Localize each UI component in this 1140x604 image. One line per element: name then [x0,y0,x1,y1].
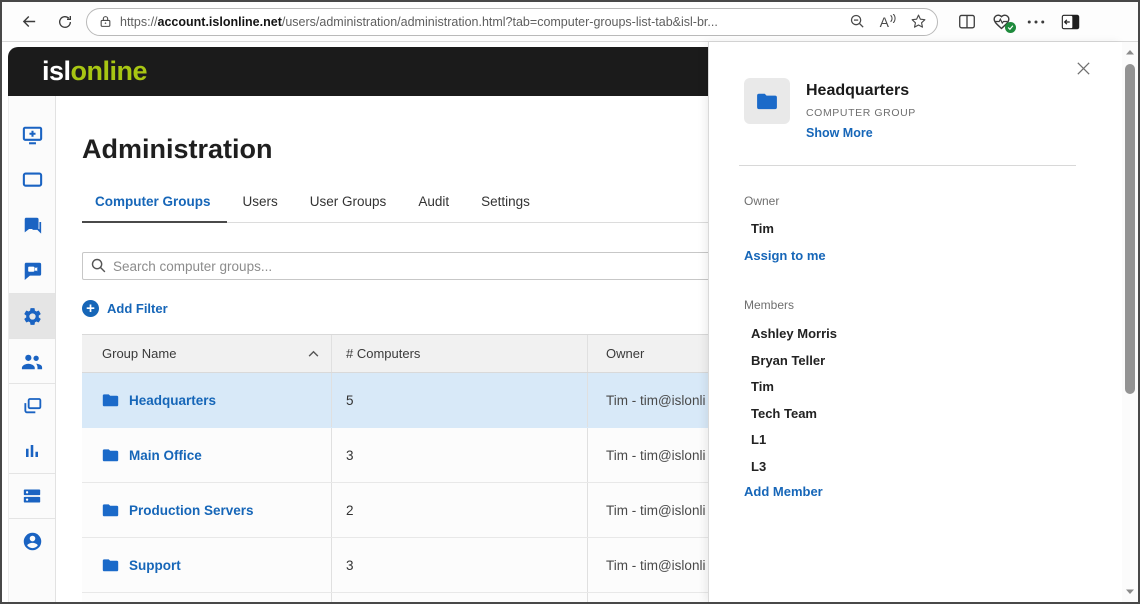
scrollbar-down-arrow-icon[interactable] [1124,588,1136,596]
sidebar-item-users[interactable] [9,338,55,383]
tab-audit[interactable]: Audit [402,194,465,222]
folder-icon [102,503,119,517]
gear-icon [22,306,43,327]
folder-icon [756,92,778,110]
add-filter-label: Add Filter [107,301,168,316]
add-member-link[interactable]: Add Member [744,484,1088,499]
plus-circle-icon: + [82,300,99,317]
account-circle-icon [22,531,43,552]
app-sidebar [8,96,56,602]
sort-ascending-caret-icon [308,350,319,357]
tab-settings[interactable]: Settings [465,194,546,222]
sidebar-item-servers[interactable] [9,473,55,518]
close-icon [1075,60,1092,77]
tab-computer-groups[interactable]: Computer Groups [82,194,227,223]
page-scrollbar[interactable] [1122,42,1138,602]
read-aloud-icon[interactable]: A [880,14,896,30]
video-chat-icon [22,261,43,280]
sidebar-item-reports[interactable] [9,428,55,473]
close-panel-button[interactable] [1072,57,1094,79]
lock-icon [99,14,112,29]
scrollbar-up-arrow-icon[interactable] [1124,48,1136,56]
member-item: Tech Team [744,406,1088,419]
page-content: islonline [2,42,1138,602]
sidebar-item-add-computer[interactable] [9,113,55,158]
sidebar-item-computers[interactable] [9,158,55,203]
group-detail-panel: Headquarters COMPUTER GROUP Show More Ow… [708,42,1122,602]
chat-bubbles-icon [22,216,43,235]
member-item: L1 [744,432,1088,445]
folder-icon [102,558,119,572]
member-item: Bryan Teller [744,353,1088,366]
panel-group-title: Headquarters [806,82,916,100]
zoom-out-icon[interactable] [849,13,866,30]
member-item: Ashley Morris [744,326,1088,339]
panel-group-type: COMPUTER GROUP [806,107,916,119]
sidebar-item-administration[interactable] [9,293,55,338]
computer-icon [22,171,43,190]
show-more-link[interactable]: Show More [806,126,916,140]
favorites-star-icon[interactable] [910,13,927,30]
windows-stack-icon [22,397,42,416]
tab-users[interactable]: Users [227,194,294,222]
folder-icon [102,393,119,407]
tab-user-groups[interactable]: User Groups [294,194,403,222]
refresh-icon [57,14,73,30]
server-list-icon [22,487,42,505]
browser-toolbar: https://account.islonline.net/users/admi… [2,2,1138,42]
address-bar[interactable]: https://account.islonline.net/users/admi… [86,8,938,36]
search-icon [90,257,107,274]
people-icon [21,352,43,371]
member-item: L3 [744,459,1088,472]
owner-name: Tim [744,221,1088,236]
bar-chart-icon [23,442,41,460]
sidebar-item-account[interactable] [9,518,55,563]
group-avatar-tile [744,78,790,124]
islonline-logo[interactable]: islonline [42,56,147,87]
url-text[interactable]: https://account.islonline.net/users/admi… [120,15,841,29]
assign-to-me-link[interactable]: Assign to me [744,248,1088,263]
refresh-button[interactable] [50,7,80,37]
members-section-label: Members [744,298,1088,312]
sidebar-item-video-chat[interactable] [9,248,55,293]
essentials-check-badge [1005,22,1016,33]
back-button[interactable] [14,7,44,37]
back-arrow-icon [21,13,38,30]
folder-icon [102,448,119,462]
column-header-computers[interactable]: # Computers [332,335,588,372]
column-header-group-name[interactable]: Group Name [82,335,332,372]
member-item: Tim [744,379,1088,392]
sidebar-toggle-icon[interactable] [1061,14,1080,30]
scrollbar-thumb[interactable] [1125,64,1135,394]
split-screen-icon[interactable] [958,14,976,30]
add-computer-icon [22,126,43,145]
panel-divider [739,165,1076,166]
sidebar-item-sessions[interactable] [9,383,55,428]
browser-essentials-icon[interactable] [992,13,1011,30]
sidebar-item-chat[interactable] [9,203,55,248]
browser-window: https://account.islonline.net/users/admi… [0,0,1140,604]
owner-section-label: Owner [744,194,1088,208]
add-filter-button[interactable]: + Add Filter [82,300,282,317]
menu-ellipsis-icon[interactable] [1027,19,1045,25]
